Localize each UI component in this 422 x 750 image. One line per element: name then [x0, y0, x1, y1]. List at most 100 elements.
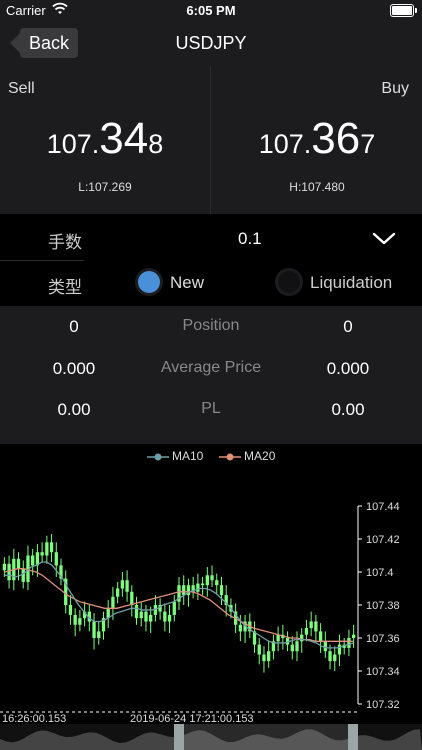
price-chart[interactable]: MA10 MA20 107.44 107.42 107.4 107.38 107.36 1… [0, 444, 422, 750]
sell-price-big: 34 [99, 114, 149, 163]
candle-body [210, 575, 214, 581]
candle-body [314, 621, 318, 632]
battery-icon [390, 4, 417, 17]
radio-new-label: New [170, 273, 205, 292]
candle-body [328, 651, 332, 662]
candle-body [120, 580, 125, 589]
candle-body [318, 631, 323, 642]
candle-body [309, 621, 313, 629]
candle-body [111, 596, 115, 609]
candle-body [130, 591, 134, 605]
y-tick-label: 107.44 [366, 501, 400, 513]
candle-body [304, 628, 309, 635]
pl-sell-value: 0.00 [57, 400, 91, 419]
radio-liquidation-label: Liquidation [310, 273, 393, 292]
candle-body [97, 631, 101, 638]
candle-body [115, 588, 120, 597]
candle-body [45, 542, 49, 556]
type-label: 类型 [48, 278, 82, 297]
candle-body [276, 634, 280, 642]
candle-body [31, 555, 35, 566]
candle-body [144, 611, 148, 622]
status-time: 6:05 PM [186, 3, 236, 18]
status-bar: Carrier 6:05 PM [0, 0, 422, 22]
x-tick-label: 16:26:00.153 [2, 713, 66, 725]
sell-quote[interactable]: Sell 107.348 L:107.269 [0, 66, 210, 214]
y-tick-label: 107.42 [366, 534, 400, 546]
candle-body [295, 641, 299, 652]
candle-body [200, 583, 205, 586]
avg-price-buy-value: 0.000 [326, 359, 370, 378]
candlestick-plot: 107.44 107.42 107.4 107.38 107.36 107.34 107.3… [0, 501, 422, 750]
candle-body [337, 644, 342, 655]
candle-body [267, 651, 271, 662]
lot-row: 手数 0.1 [0, 216, 422, 261]
position-label: Position [182, 317, 240, 334]
avg-price-label: Average Price [160, 359, 262, 376]
page-title: USDJPY [175, 33, 247, 53]
candle-body [7, 563, 11, 581]
chevron-down-icon[interactable] [370, 226, 398, 250]
buy-price-big: 36 [311, 114, 361, 163]
pl-label: PL [201, 400, 221, 417]
position-buy-value: 0 [343, 317, 353, 336]
candle-body [21, 568, 25, 582]
pl-row: 0.00 PL 0.00 [0, 400, 422, 440]
candle-body [351, 634, 356, 638]
candle-body [78, 618, 82, 625]
radio-selected-icon [138, 271, 160, 293]
buy-price-prefix: 107. [258, 129, 312, 159]
candle-body [73, 614, 77, 625]
radio-unselected-icon [278, 271, 300, 293]
pl-buy-value: 0.00 [331, 400, 365, 419]
candle-body [300, 634, 304, 642]
candle-body [290, 644, 294, 652]
quote-panel: Sell 107.348 L:107.269 Buy 107.367 H:107… [0, 66, 422, 214]
sell-price-prefix: 107. [46, 129, 100, 159]
navigator-left-handle [174, 724, 184, 750]
x-tick-label: 2019-06-24 17:21:00.153 [130, 713, 254, 725]
candle-body [125, 580, 129, 592]
navigator-right-handle [348, 724, 358, 750]
position-row: 0 Position 0 [0, 317, 422, 357]
candle-body [134, 605, 139, 619]
candle-body [149, 614, 153, 622]
candle-body [40, 552, 44, 556]
candle-body [49, 542, 54, 553]
buy-quote[interactable]: Buy 107.367 H:107.480 [212, 66, 422, 214]
candle-body [16, 558, 21, 569]
sell-label: Sell [8, 80, 35, 97]
candle-body [333, 654, 337, 662]
candle-body [215, 580, 219, 586]
candle-body [196, 583, 200, 592]
candle-body [54, 552, 58, 566]
candle-body [167, 614, 172, 622]
buy-price-suffix: 7 [360, 129, 376, 159]
sell-low: L:107.269 [78, 180, 132, 194]
y-tick-label: 107.34 [366, 666, 400, 678]
candle-body [238, 624, 243, 632]
candle-body [68, 605, 73, 615]
candle-body [219, 585, 224, 596]
navigation-bar: Back USDJPY [0, 22, 422, 66]
candle-body [205, 575, 209, 586]
position-panel: 0 Position 0 0.000 Average Price 0.000 0… [0, 306, 422, 444]
candle-body [139, 611, 143, 619]
buy-high: H:107.480 [289, 180, 345, 194]
candle-body [182, 585, 186, 596]
candle-body [2, 563, 7, 571]
candle-body [172, 601, 176, 615]
lot-label: 手数 [48, 233, 82, 252]
candle-body [257, 644, 261, 655]
navigator-window [176, 724, 358, 750]
sell-price: 107.348 [0, 114, 210, 164]
average-price-row: 0.000 Average Price 0.000 [0, 359, 422, 399]
buy-label: Buy [381, 80, 409, 97]
candle-body [92, 621, 96, 638]
lot-value[interactable]: 0.1 [238, 229, 262, 249]
y-tick-label: 107.32 [366, 699, 400, 711]
y-tick-label: 107.38 [366, 600, 400, 612]
avg-price-sell-value: 0.000 [52, 359, 96, 378]
candle-body [163, 611, 167, 622]
candle-body [262, 654, 266, 662]
